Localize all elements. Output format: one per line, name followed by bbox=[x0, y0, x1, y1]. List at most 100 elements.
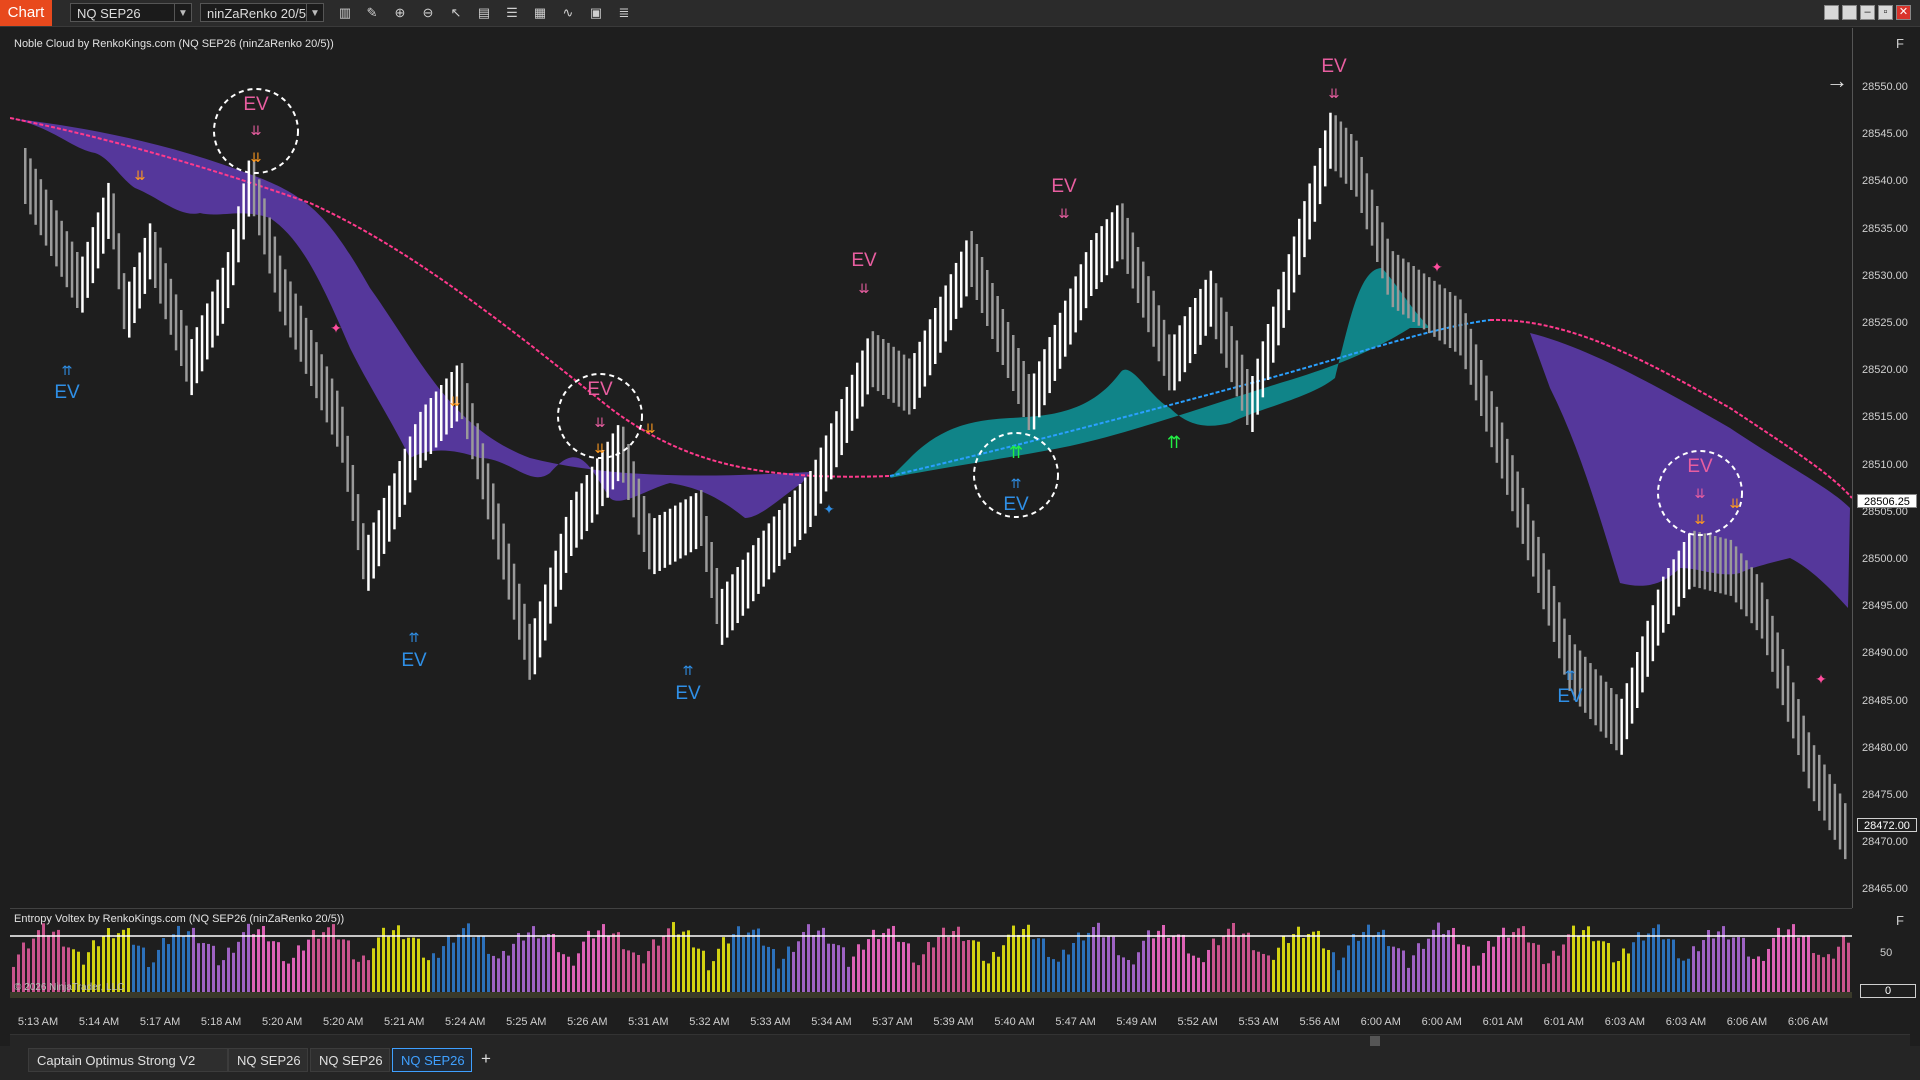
entropy-bar bbox=[552, 934, 555, 992]
entropy-bar bbox=[1327, 949, 1330, 992]
renko-brick bbox=[1329, 112, 1332, 169]
entropy-bar bbox=[1432, 929, 1435, 992]
ev-signal-label: EV bbox=[1321, 56, 1347, 77]
time-tick: 5:39 AM bbox=[933, 1016, 974, 1028]
tab-nq-sep26-active[interactable]: NQ SEP26 bbox=[392, 1048, 472, 1072]
renko-brick bbox=[876, 335, 880, 392]
indicators-icon[interactable]: ∿ bbox=[559, 4, 577, 22]
renko-brick bbox=[861, 350, 864, 407]
renko-brick bbox=[1298, 218, 1301, 275]
renko-brick bbox=[726, 581, 729, 638]
data-box-icon[interactable]: ▤ bbox=[475, 4, 493, 22]
add-tab-button[interactable]: + bbox=[476, 1048, 496, 1072]
renko-brick bbox=[320, 354, 323, 411]
pointer-icon[interactable]: ↖ bbox=[447, 4, 465, 22]
entropy-bar bbox=[1407, 967, 1410, 992]
tab-captain-optimus[interactable]: Captain Optimus Strong V2 bbox=[28, 1048, 228, 1072]
renko-brick bbox=[1313, 165, 1317, 222]
entropy-bar bbox=[212, 945, 215, 992]
drawing-objects-icon[interactable]: ≣ bbox=[615, 4, 633, 22]
renko-brick bbox=[731, 574, 734, 631]
entropy-bar bbox=[302, 950, 305, 992]
renko-brick bbox=[60, 220, 63, 277]
bar-type-selector[interactable]: ninZaRenko 20/5 ▼ bbox=[200, 3, 324, 22]
price-chart-panel[interactable]: EV EV EV EV EV EV EV EV EV EV EV ⇊ ⇊ ⇊ ⇊… bbox=[10, 28, 1852, 908]
entropy-bar bbox=[542, 935, 545, 992]
entropy-bar bbox=[1137, 952, 1140, 992]
renko-brick bbox=[200, 315, 204, 372]
axis-fit-button[interactable]: F bbox=[1896, 36, 1904, 51]
entropy-bar bbox=[442, 946, 445, 992]
entropy-bar bbox=[1782, 936, 1785, 992]
entropy-bar bbox=[1207, 949, 1210, 992]
strategies-icon[interactable]: ▦ bbox=[531, 4, 549, 22]
renko-brick bbox=[1688, 533, 1691, 590]
entropy-bar bbox=[1702, 940, 1705, 992]
entropy-bar bbox=[897, 941, 900, 992]
entropy-bar bbox=[762, 945, 765, 992]
renko-brick bbox=[767, 523, 771, 580]
renko-brick bbox=[1599, 675, 1603, 732]
entropy-bar bbox=[1172, 935, 1175, 992]
renko-brick bbox=[325, 366, 329, 423]
renko-brick bbox=[55, 210, 58, 267]
renko-brick bbox=[1516, 471, 1519, 528]
entropy-bar bbox=[277, 942, 280, 992]
ev-signal-label: EV bbox=[243, 94, 269, 115]
entropy-bar bbox=[937, 936, 940, 992]
renko-brick bbox=[991, 283, 994, 339]
renko-brick bbox=[1542, 553, 1545, 610]
renko-brick bbox=[195, 327, 199, 384]
entropy-bar bbox=[1777, 927, 1780, 992]
renko-brick bbox=[965, 240, 968, 297]
entropy-bar bbox=[1512, 932, 1515, 992]
maximize-icon[interactable]: ▫ bbox=[1878, 5, 1893, 20]
entropy-bar bbox=[672, 922, 675, 992]
entropy-bar bbox=[1602, 941, 1605, 992]
templates-icon[interactable]: ▣ bbox=[587, 4, 605, 22]
zoom-out-icon[interactable]: ⊖ bbox=[419, 4, 437, 22]
renko-brick bbox=[746, 552, 750, 609]
renko-brick bbox=[1069, 288, 1072, 345]
entropy-bar bbox=[1027, 924, 1030, 992]
renko-brick bbox=[1708, 534, 1712, 591]
entropy-bar bbox=[1437, 922, 1440, 992]
draw-icon[interactable]: ✎ bbox=[363, 4, 381, 22]
tile-icon[interactable] bbox=[1824, 5, 1839, 20]
entropy-bar bbox=[502, 950, 505, 992]
chevron-down-icon: ▼ bbox=[306, 4, 323, 21]
renko-brick bbox=[934, 308, 937, 364]
tab-nq-sep26-1[interactable]: NQ SEP26 bbox=[228, 1048, 308, 1072]
sell-arrow-icon: ⇊ bbox=[1059, 207, 1070, 222]
entropy-bar bbox=[392, 930, 395, 992]
properties-icon[interactable]: ☰ bbox=[503, 4, 521, 22]
renko-brick bbox=[1526, 504, 1530, 561]
renko-brick bbox=[1157, 305, 1161, 362]
renko-brick bbox=[1240, 354, 1244, 411]
entropy-bar bbox=[547, 933, 550, 992]
scrollbar-thumb[interactable] bbox=[1370, 1036, 1380, 1046]
renko-brick bbox=[1162, 319, 1166, 376]
entropy-bar bbox=[497, 958, 500, 992]
bar-style-icon[interactable]: ▥ bbox=[336, 4, 354, 22]
entropy-bar bbox=[1637, 932, 1640, 992]
chart-menu-tab[interactable]: Chart bbox=[0, 0, 52, 26]
renko-brick bbox=[1656, 589, 1660, 646]
tab-nq-sep26-2[interactable]: NQ SEP26 bbox=[310, 1048, 390, 1072]
renko-brick bbox=[346, 435, 349, 492]
entropy-bar bbox=[1562, 944, 1565, 992]
renko-brick bbox=[330, 378, 334, 435]
zoom-in-icon[interactable]: ⊕ bbox=[391, 4, 409, 22]
entropy-bar bbox=[1352, 934, 1355, 992]
renko-brick bbox=[1147, 276, 1150, 333]
entropy-bar bbox=[852, 956, 855, 992]
close-icon[interactable]: ✕ bbox=[1896, 5, 1911, 20]
entropy-bar bbox=[1067, 954, 1070, 992]
minimize-icon[interactable]: – bbox=[1860, 5, 1875, 20]
arrow-right-icon[interactable]: → bbox=[1826, 68, 1848, 94]
indicator-axis-fit-button[interactable]: F bbox=[1896, 913, 1904, 928]
entropy-bar bbox=[1042, 938, 1045, 992]
instrument-selector[interactable]: NQ SEP26 ▼ bbox=[70, 3, 192, 22]
entropy-bar bbox=[372, 948, 375, 992]
restore-icon[interactable] bbox=[1842, 5, 1857, 20]
